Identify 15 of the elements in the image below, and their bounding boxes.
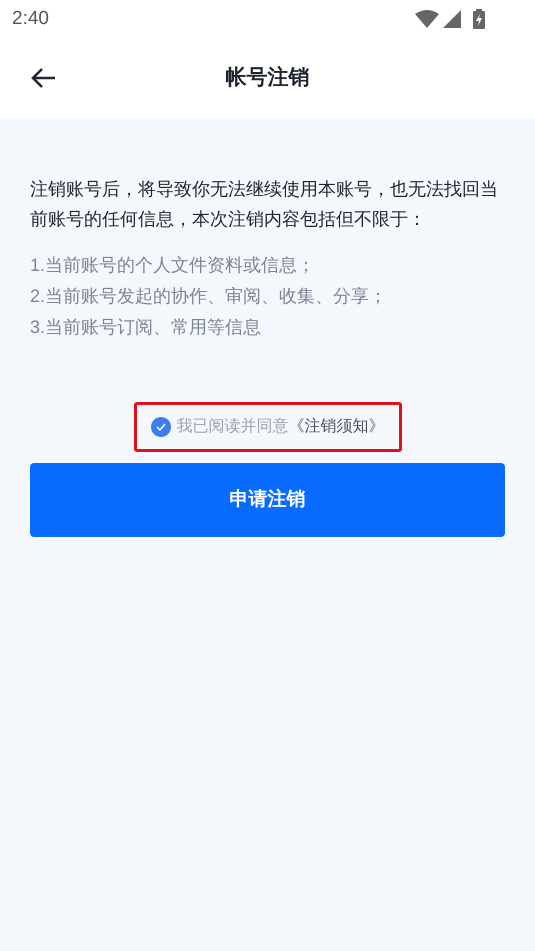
signal-icon <box>443 10 461 28</box>
notice-item: 3.当前账号订阅、常用等信息 <box>30 316 262 339</box>
notice-item: 1.当前账号的个人文件资料或信息； <box>30 254 316 277</box>
agree-label: 我已阅读并同意 <box>176 416 288 437</box>
submit-button[interactable]: 申请注销 <box>30 463 505 537</box>
check-icon <box>156 423 166 431</box>
notice-item: 2.当前账号发起的协作、审阅、收集、分享； <box>30 285 388 308</box>
back-arrow-icon <box>30 67 56 89</box>
notice-link[interactable]: 《注销须知》 <box>288 415 384 439</box>
agree-checkbox[interactable] <box>150 417 170 437</box>
status-time: 2:40 <box>12 6 49 31</box>
page-title: 帐号注销 <box>226 64 310 92</box>
notice-text: 注销账号后，将导致你无法继续使用本账号，也无法找回当前账号的任何信息，本次注销内容包括但不限于： <box>30 178 499 231</box>
wifi-icon <box>415 10 439 28</box>
battery-icon <box>473 9 485 29</box>
